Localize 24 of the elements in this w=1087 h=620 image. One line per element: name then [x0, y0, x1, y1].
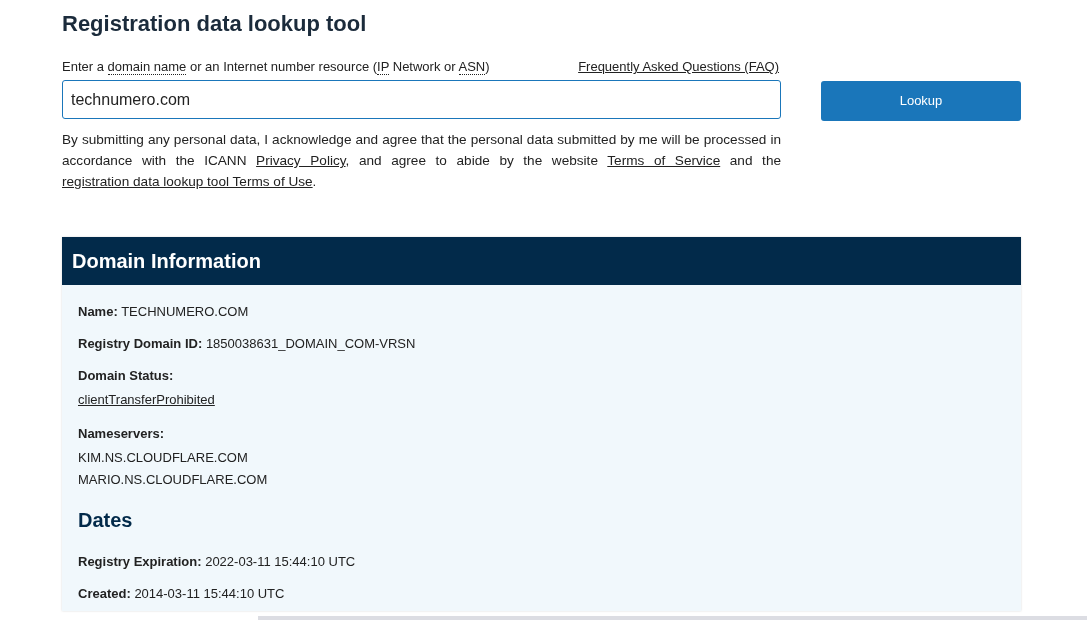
section-heading: Dates — [78, 508, 134, 533]
field-value: 2022-03-11 15:44:10 UTC — [205, 554, 356, 569]
faq-link[interactable]: Frequently Asked Questions (FAQ) — [578, 59, 779, 75]
search-label: Enter a domain name or an Internet number resource (IP Network or ASN) — [62, 59, 490, 75]
domain-input[interactable]: technumero.com — [62, 80, 781, 119]
consent-text: By submitting any personal data, I acknowledge and agree that the personal data submitted by me will be processed in accordance with the ICANN Privacy Policy, and agree to abide by the website Terms of Service and the registration data lookup tool Terms of Use. — [62, 131, 781, 191]
field-value: TECHNUMERO.COM — [121, 304, 249, 319]
field-value: 2014-03-11 15:44:10 UTC — [134, 586, 285, 601]
field-label: Registry Domain ID: — [78, 336, 203, 351]
field-value: 1850038631_DOMAIN_COM-VRSN — [205, 336, 416, 351]
page-title: Registration data lookup tool — [62, 10, 368, 38]
field-value: MARIO.NS.CLOUDFLARE.COM — [78, 471, 269, 489]
field-value: KIM.NS.CLOUDFLARE.COM — [78, 449, 249, 467]
field-label: Created: — [78, 586, 131, 601]
field-label: Name: — [78, 304, 118, 319]
text-link[interactable]: Terms of Service — [607, 153, 721, 168]
panel-header: Domain Information — [62, 237, 1021, 285]
status-link[interactable]: clientTransferProhibited — [78, 389, 1005, 411]
text-link[interactable]: Privacy Policy — [256, 153, 346, 168]
text-link[interactable]: registration data lookup tool Terms of Use — [62, 174, 313, 189]
field-label: Nameservers: — [78, 425, 165, 443]
lookup-button[interactable]: Lookup — [821, 81, 1021, 121]
field-label: Registry Expiration: — [78, 554, 202, 569]
field-label: Domain Status: — [78, 367, 175, 385]
